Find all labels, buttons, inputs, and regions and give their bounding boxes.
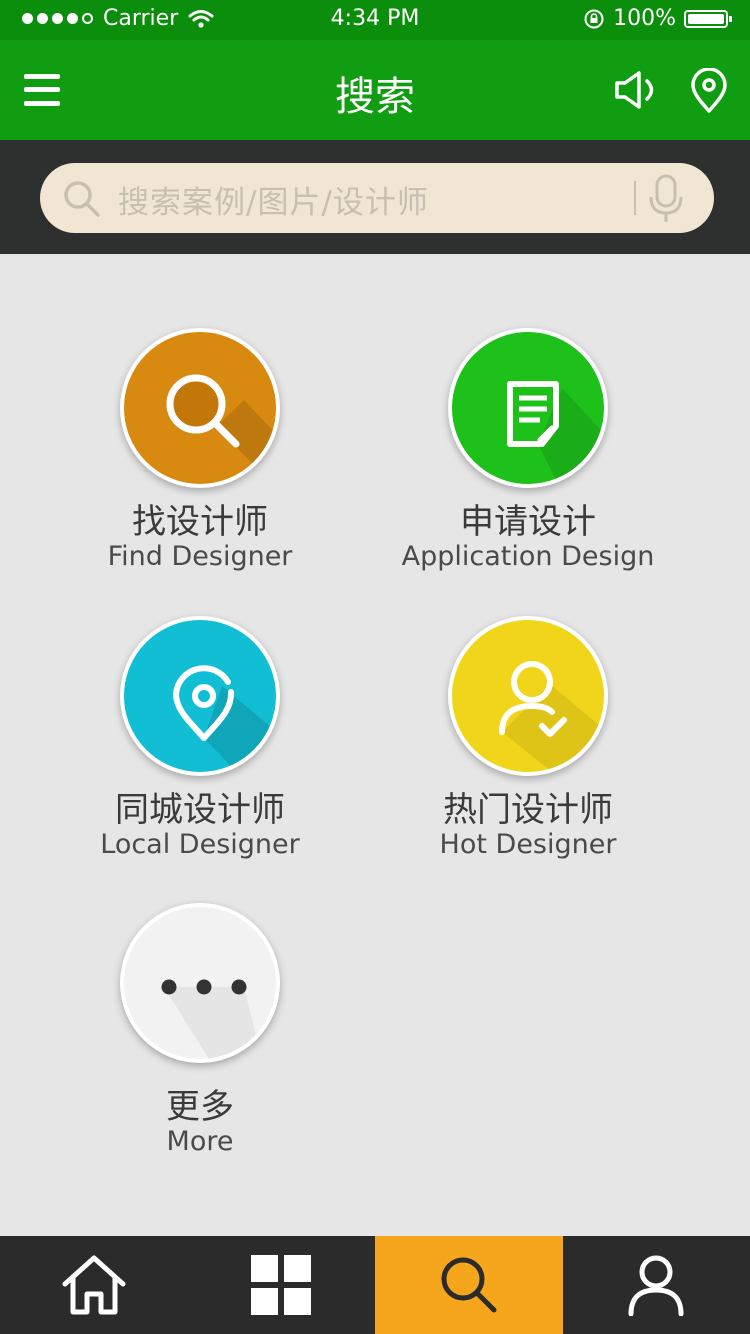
tab-profile[interactable] — [563, 1236, 750, 1334]
search-icon — [441, 1257, 497, 1313]
user-icon — [628, 1255, 684, 1316]
location-icon[interactable] — [688, 68, 730, 114]
category-title: 找设计师 — [132, 502, 268, 542]
category-more[interactable]: 更多 More — [30, 903, 370, 1157]
search-input[interactable]: 搜索案例/图片/设计师 — [40, 163, 714, 233]
category-subtitle: Hot Designer — [439, 829, 617, 860]
more-circle — [120, 903, 280, 1063]
status-bar: Carrier 4:34 PM 100% — [0, 0, 750, 40]
tab-apps[interactable] — [188, 1236, 376, 1334]
category-find-designer[interactable]: 找设计师 Find Designer — [30, 328, 370, 572]
search-icon — [64, 181, 100, 217]
speaker-icon[interactable] — [612, 68, 662, 112]
tab-home[interactable] — [0, 1236, 188, 1334]
category-application-design[interactable]: 申请设计 Application Design — [358, 328, 698, 572]
search-divider — [634, 181, 636, 215]
nav-bar: 搜索 — [0, 40, 750, 140]
battery-icon — [684, 9, 732, 28]
battery-percent: 100% — [613, 6, 676, 31]
category-subtitle: More — [166, 1126, 234, 1157]
user-check-icon — [499, 661, 604, 772]
category-local-designer[interactable]: 同城设计师 Local Designer — [30, 616, 370, 860]
category-subtitle: Find Designer — [107, 541, 293, 572]
category-title: 热门设计师 — [443, 790, 613, 830]
local-designer-circle — [120, 616, 280, 776]
category-hot-designer[interactable]: 热门设计师 Hot Designer — [358, 616, 698, 860]
category-subtitle: Application Design — [401, 541, 655, 572]
category-title: 更多 — [166, 1087, 234, 1127]
hot-designer-circle — [448, 616, 608, 776]
home-icon — [62, 1255, 126, 1315]
category-subtitle: Local Designer — [100, 829, 300, 860]
grid-icon — [251, 1255, 312, 1315]
search-placeholder: 搜索案例/图片/设计师 — [118, 185, 429, 221]
tab-bar — [0, 1236, 750, 1334]
application-design-circle — [448, 328, 608, 488]
document-icon — [507, 381, 604, 484]
microphone-icon[interactable] — [646, 173, 686, 225]
more-dots-icon — [161, 979, 262, 1059]
status-right: 100% — [583, 6, 732, 31]
location-pin-icon — [172, 665, 276, 772]
find-designer-circle — [120, 328, 280, 488]
search-area: 搜索案例/图片/设计师 — [0, 140, 750, 254]
category-title: 申请设计 — [460, 502, 596, 542]
category-title: 同城设计师 — [115, 790, 285, 830]
tab-search[interactable] — [375, 1236, 563, 1334]
orientation-lock-icon — [584, 9, 604, 28]
search-icon — [166, 374, 276, 484]
